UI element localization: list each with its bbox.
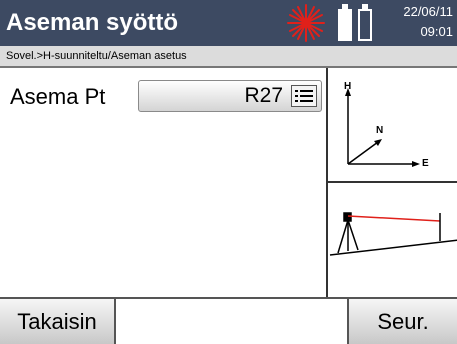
laser-star-icon (287, 4, 325, 42)
list-icon (295, 90, 313, 102)
diagram-panel: H N E (326, 68, 457, 297)
footer-bar: Takaisin Seur. (0, 297, 457, 344)
axis-e-label: E (422, 158, 429, 169)
breadcrumb: Sovel.>H-suunniteltu/Aseman asetus (0, 46, 457, 68)
next-button[interactable]: Seur. (347, 299, 457, 344)
station-point-field[interactable]: R27 (138, 80, 322, 112)
battery-empty-icon (358, 4, 372, 41)
battery-full-icon (338, 4, 352, 41)
tripod-instrument-icon (337, 212, 359, 254)
title-bar: Aseman syöttö 22/06/11 09:01 (0, 0, 457, 46)
screen: Aseman syöttö 22/06/11 09:01 Sovel.>H-su… (0, 0, 457, 344)
station-point-label: Asema Pt (10, 84, 106, 109)
page-title: Aseman syöttö (6, 9, 179, 36)
axis-n-label: N (376, 125, 384, 136)
station-point-value: R27 (244, 84, 283, 107)
main-content: Asema Pt R27 H N E (0, 68, 457, 297)
date-time: 22/06/11 09:01 (403, 2, 453, 42)
station-list-button[interactable] (291, 85, 317, 107)
time-text: 09:01 (420, 24, 453, 39)
station-setup-diagram (329, 212, 457, 256)
date-text: 22/06/11 (403, 4, 453, 19)
back-button[interactable]: Takaisin (0, 299, 116, 344)
axis-h-label: H (344, 81, 352, 92)
